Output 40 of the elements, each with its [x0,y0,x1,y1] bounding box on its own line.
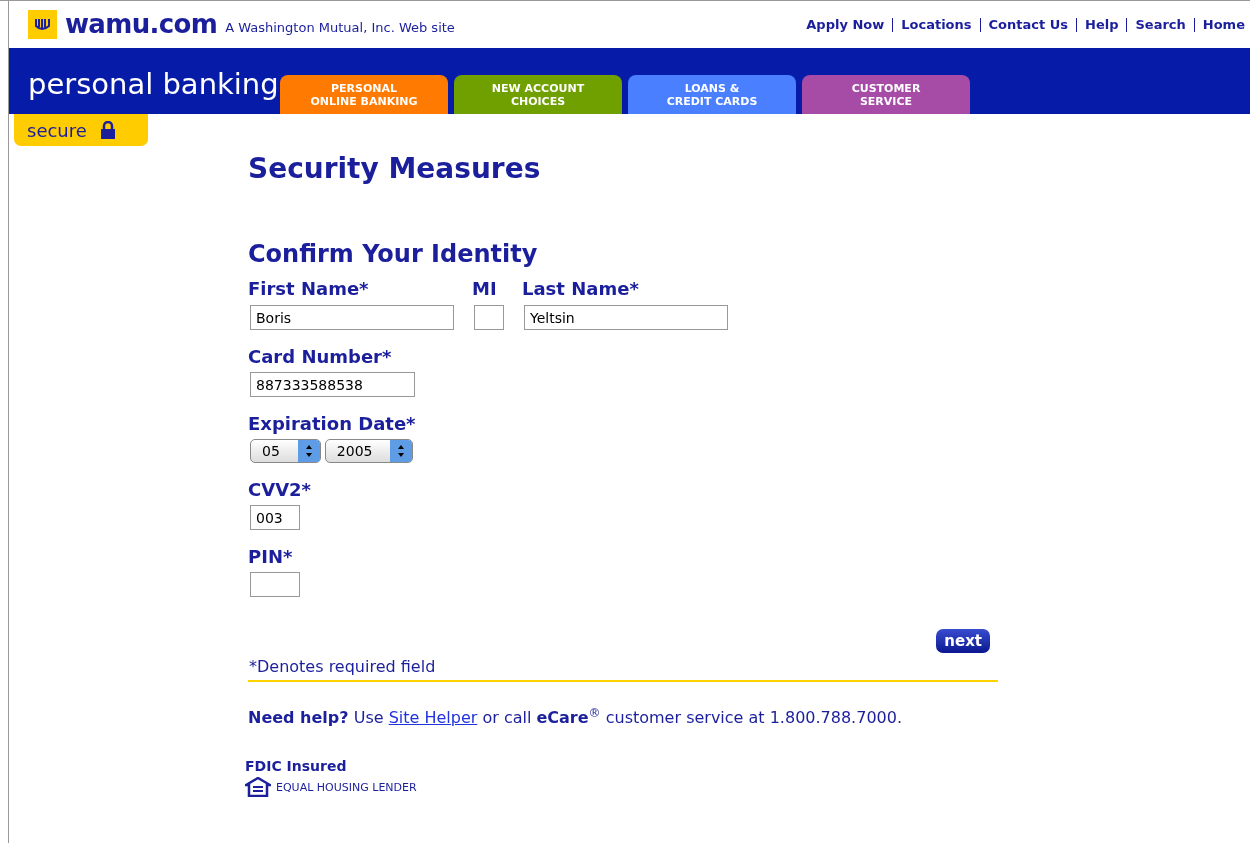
section-title: Confirm Your Identity [248,239,539,270]
banner-title: personal banking [28,65,280,103]
field-label: Card Number* [248,346,393,368]
field-label: Expiration Date* [248,413,417,435]
nav-link[interactable]: Contact Us [988,14,1068,35]
field-label: PIN* [248,546,294,568]
stepper-icon [297,440,320,462]
nav-link[interactable]: Apply Now [806,14,885,35]
input-field[interactable]: Yeltsin [524,305,728,330]
next-button[interactable]: next [936,629,990,653]
input-field[interactable] [250,572,300,597]
fdic-label: FDIC Insured [245,757,348,776]
site-helper-link[interactable]: Site Helper [388,708,478,727]
field-label: MI [472,278,498,300]
input-field[interactable]: 003 [250,505,300,530]
field-label: Last Name* [522,278,640,300]
page-title: Security Measures [248,151,542,187]
input-field[interactable] [474,305,504,330]
required-note: *Denotes required field [248,655,998,682]
help-text: Need help? Use Site Helper or call eCare$^{®}$ customer service at 1.800.788.7000. [248,706,903,729]
field-label: CVV2* [248,479,312,501]
nav-tab[interactable]: LOANS & CREDIT CARDS [628,75,796,114]
select-dropdown[interactable]: 2005 [324,439,414,463]
nav-link[interactable]: Locations [901,14,972,35]
secure-label: secure [27,118,87,143]
logo-text: wamu.com [65,8,218,41]
tagline: A Washington Mutual, Inc. Web site [225,18,455,37]
nav-tab[interactable]: CUSTOMER SERVICE [802,75,970,114]
field-label: First Name* [248,278,370,300]
logo-icon [28,10,57,39]
input-field[interactable]: Boris [250,305,454,330]
select-dropdown[interactable]: 05 [250,439,321,463]
nav-link[interactable]: Home [1202,14,1245,35]
stepper-icon [390,440,413,462]
nav-link[interactable]: Help [1085,14,1119,35]
lender-label: EQUAL HOUSING LENDER [276,780,417,797]
house-icon [245,777,271,797]
lock-icon [98,121,117,139]
nav-link[interactable]: Search [1135,14,1186,35]
input-field[interactable]: 887333588538 [250,372,415,397]
